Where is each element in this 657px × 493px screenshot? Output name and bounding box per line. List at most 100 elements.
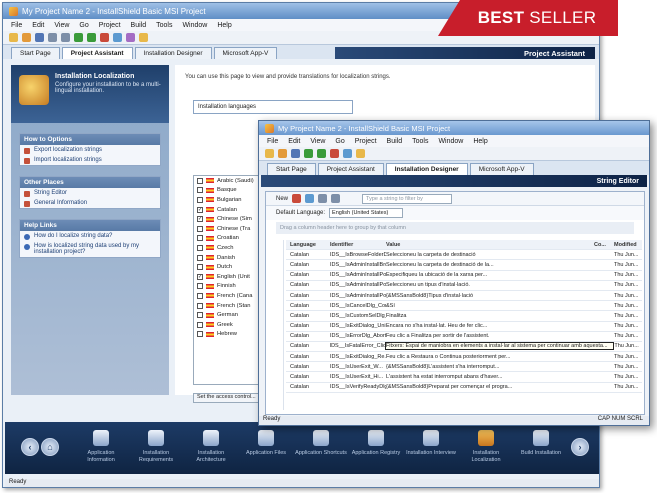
back-icon[interactable]	[48, 33, 57, 42]
language-checkbox[interactable]: ✓	[197, 273, 203, 280]
default-language-select[interactable]: English (United States)	[329, 208, 404, 218]
cell-value[interactable]: Seleccioneu un tipus d'instal·lació.	[386, 282, 594, 288]
cell-value[interactable]: Seleccioneu la carpeta de destinació de …	[386, 262, 594, 268]
language-checkbox[interactable]	[197, 225, 203, 232]
import-icon[interactable]	[331, 194, 341, 203]
table-row[interactable]: Catalan IDS__IsAdminInstallPoin...Selecci…	[286, 281, 642, 291]
cell-value[interactable]: L'assistent ha estat interromput abans d…	[386, 374, 594, 380]
menu-view[interactable]: View	[54, 22, 69, 29]
cell-value[interactable]: Encara no s'ha instal·lat. Heu de fer cl…	[386, 323, 594, 329]
menu-go[interactable]: Go	[79, 22, 88, 29]
help-link-localize[interactable]: How do I localize string data?	[20, 231, 160, 241]
find-icon[interactable]	[305, 194, 315, 203]
delete-icon[interactable]	[292, 194, 302, 203]
run-icon[interactable]	[113, 33, 122, 42]
front-tab-start-page[interactable]: Start Page	[267, 163, 316, 175]
new-string-button[interactable]: New	[276, 196, 288, 202]
front-tab-project-assistant[interactable]: Project Assistant	[317, 163, 384, 175]
front-open-icon[interactable]	[278, 149, 287, 158]
nav-item[interactable]: Application Registry	[350, 430, 402, 457]
front-tab-installation-designer[interactable]: Installation Designer	[385, 163, 468, 175]
table-row[interactable]: Catalan IDS__IsAdminInstallBro...Seleccio…	[286, 260, 642, 271]
table-row[interactable]: Catalan IDS__IsBrowseFolderDlg_1Seleccion…	[286, 250, 642, 261]
language-checkbox[interactable]	[197, 331, 203, 338]
front-menu-go[interactable]: Go	[335, 138, 344, 145]
front-tab-microsoft-appv[interactable]: Microsoft App-V	[469, 163, 534, 175]
help-icon[interactable]	[139, 33, 148, 42]
export-strings-link[interactable]: Export localization strings	[20, 145, 160, 155]
language-checkbox[interactable]: ✓	[197, 206, 203, 213]
language-checkbox[interactable]	[197, 312, 203, 319]
front-menu-window[interactable]: Window	[438, 138, 463, 145]
set-access-button[interactable]: Set the access control...	[193, 393, 267, 403]
table-row[interactable]: Catalan IDS__IsAdminInstallPoin...Especif…	[286, 271, 642, 281]
nav-back-button[interactable]: ‹	[21, 438, 39, 456]
language-checkbox[interactable]	[197, 187, 203, 194]
front-build-icon[interactable]	[330, 149, 339, 158]
forward-icon[interactable]	[61, 33, 70, 42]
save-icon[interactable]	[35, 33, 44, 42]
table-row[interactable]: Catalan IDS__IsAdminInstallPoin...{&MSSan…	[286, 291, 642, 302]
string-editor-link[interactable]: String Editor	[20, 188, 160, 198]
language-checkbox[interactable]	[197, 283, 203, 290]
nav-item[interactable]: Installation Requirements	[130, 430, 182, 463]
installation-languages-field[interactable]: Installation languages	[193, 100, 353, 114]
col-identifier[interactable]: Identifier	[330, 242, 386, 248]
tab-project-assistant[interactable]: Project Assistant	[61, 47, 133, 59]
cell-value[interactable]: Feu clic a Finalitza per sortir de l'ass…	[386, 333, 594, 339]
language-checkbox[interactable]	[197, 302, 203, 309]
nav-item[interactable]: Build Installation	[515, 430, 567, 457]
nav-item[interactable]: Application Information	[75, 430, 127, 463]
table-row[interactable]: Catalan IDS__IsErrorDlg_Abort... Feu clic …	[286, 332, 642, 342]
cell-value[interactable]: Especifiqueu la ubicació de la xarxa per…	[386, 272, 594, 278]
table-row[interactable]: Catalan IDS__IsFatalError_Click...Fitxers…	[286, 342, 642, 353]
language-checkbox[interactable]: ✓	[197, 216, 203, 223]
language-checkbox[interactable]	[197, 177, 203, 184]
arrow-up-icon[interactable]	[74, 33, 83, 42]
front-menu-project[interactable]: Project	[355, 138, 377, 145]
front-arrow-down-icon[interactable]	[317, 149, 326, 158]
help-link-localized-data[interactable]: How is localized string data used by my …	[20, 241, 160, 257]
build-icon[interactable]	[100, 33, 109, 42]
open-icon[interactable]	[22, 33, 31, 42]
filter-input[interactable]: Type a string to filter by	[362, 193, 453, 204]
nav-item[interactable]: Application Files	[240, 430, 292, 457]
import-strings-link[interactable]: Import localization strings	[20, 155, 160, 165]
language-checkbox[interactable]	[197, 196, 203, 203]
col-comment[interactable]: Co...	[594, 242, 614, 248]
table-row[interactable]: Catalan IDS__IsVerifyReadyDlg... {&MSSansB…	[286, 383, 642, 393]
cell-value[interactable]: Feu clic a Restaura o Continua posterior…	[386, 354, 594, 360]
language-checkbox[interactable]	[197, 292, 203, 299]
front-menu-edit[interactable]: Edit	[288, 138, 300, 145]
cell-value[interactable]: Seleccioneu la carpeta de destinació	[386, 252, 594, 258]
menu-file[interactable]: File	[11, 22, 22, 29]
col-value[interactable]: Value	[386, 242, 594, 248]
table-row[interactable]: Catalan IDS__IsUserExit_Hi... L'assistent …	[286, 372, 642, 383]
front-help-icon[interactable]	[356, 149, 365, 158]
cell-value[interactable]: {&MSSansBold8}Tipus d'instal·lació	[386, 293, 594, 299]
language-checkbox[interactable]	[197, 244, 203, 251]
language-checkbox[interactable]	[197, 264, 203, 271]
menu-build[interactable]: Build	[131, 22, 147, 29]
tab-start-page[interactable]: Start Page	[11, 47, 60, 59]
menu-project[interactable]: Project	[99, 22, 121, 29]
nav-item[interactable]: Application Shortcuts	[295, 430, 347, 457]
tab-microsoft-appv[interactable]: Microsoft App-V	[213, 47, 278, 59]
table-row[interactable]: Catalan IDS__IsCancelDlg_Confir...&Sí Thu …	[286, 301, 642, 312]
tab-installation-designer[interactable]: Installation Designer	[134, 47, 212, 59]
front-run-icon[interactable]	[343, 149, 352, 158]
menu-window[interactable]: Window	[182, 22, 207, 29]
col-modified[interactable]: Modified	[614, 242, 642, 248]
front-menu-build[interactable]: Build	[387, 138, 403, 145]
table-row[interactable]: Catalan IDS__IsExitDialog_Re... Feu clic a…	[286, 352, 642, 363]
cell-value[interactable]: Fitxers: Espai de maniobra en elements a…	[384, 342, 615, 351]
menu-help[interactable]: Help	[217, 22, 231, 29]
menu-edit[interactable]: Edit	[32, 22, 44, 29]
language-checkbox[interactable]	[197, 321, 203, 328]
export-icon[interactable]	[318, 194, 328, 203]
new-icon[interactable]	[9, 33, 18, 42]
cell-value[interactable]: Finalitza	[386, 313, 594, 319]
cell-value[interactable]: {&MSSansBold8}Preparat per començar el p…	[386, 384, 594, 390]
table-row[interactable]: Catalan IDS__IsCustomSelDlg_Pr...Finalitz…	[286, 311, 642, 322]
nav-item[interactable]: Installation Interview	[405, 430, 457, 457]
